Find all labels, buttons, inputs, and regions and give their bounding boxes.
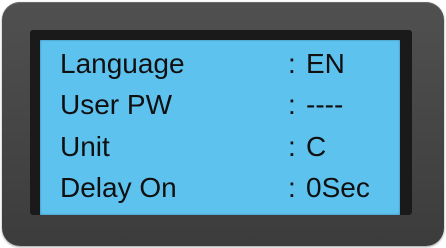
row-label: Delay On [60,172,177,203]
menu-row-user-pw[interactable]: User PW : ---- [40,85,400,125]
row-value: EN [306,48,345,79]
row-separator: : [288,89,296,120]
row-separator: : [288,131,296,162]
row-separator: : [288,48,296,79]
row-label: User PW [60,89,172,120]
row-label: Language [60,48,185,79]
row-separator: : [288,172,296,203]
row-value: ---- [306,89,344,120]
row-value: 0Sec [306,172,370,203]
menu-row-unit[interactable]: Unit : C [40,127,400,167]
menu-row-language[interactable]: Language : EN [40,44,400,84]
menu-row-delay-on[interactable]: Delay On : 0Sec [40,168,400,208]
row-label: Unit [60,131,110,162]
lcd-screen: Language : EN User PW : ---- Unit : C De… [40,40,400,215]
row-value: C [306,131,327,162]
